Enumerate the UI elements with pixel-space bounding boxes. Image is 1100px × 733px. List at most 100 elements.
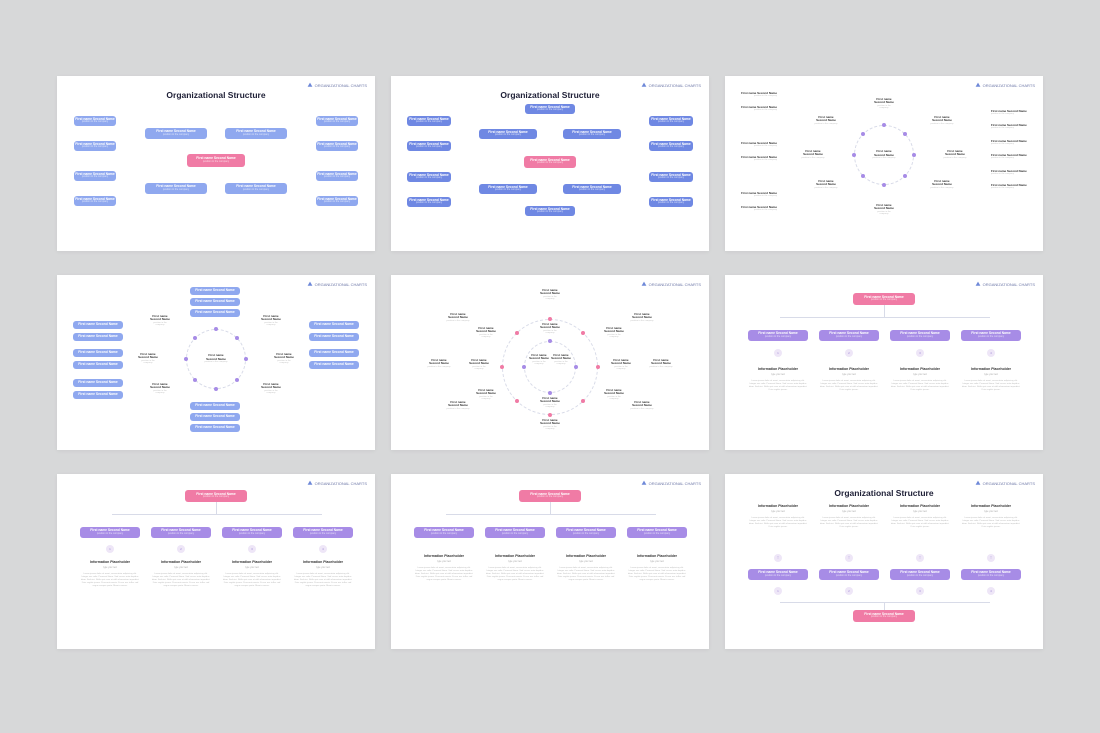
slide-title: Organizational Structure (725, 488, 1043, 498)
node: First nameSecond Nameposition in the com… (813, 180, 839, 189)
dot-icon (903, 132, 907, 136)
brand-tag: ORGANIZATIONAL CHARTS (307, 281, 367, 287)
node: First name Second Nameposition in the co… (407, 116, 451, 126)
tag-text: ORGANIZATIONAL CHARTS (983, 83, 1035, 88)
node: First name Second Nameposition in the co… (525, 104, 575, 114)
connector (884, 305, 885, 317)
node-root: First name Second Nameposition in the co… (524, 156, 576, 168)
tag-text: ORGANIZATIONAL CHARTS (649, 83, 701, 88)
node: First name Second Nameposition in the co… (151, 527, 211, 538)
arrow-up-icon: ↑ (987, 554, 995, 562)
node: First name Second Nameposition in the co… (741, 156, 777, 162)
number-badge: 4 (319, 545, 327, 553)
number-badge: 3 (916, 587, 924, 595)
dot-icon (882, 183, 886, 187)
number-badge: 2 (177, 545, 185, 553)
node: First nameSecond Nameposition in the com… (630, 401, 654, 410)
dot-icon (912, 153, 916, 157)
node: First name Second Nameposition in the co… (961, 569, 1021, 580)
dot-icon (193, 378, 197, 382)
node-root: First name Second Nameposition in the co… (853, 610, 915, 622)
node: First name Second Name (73, 361, 123, 369)
text-column: Information Placeholdertype your textLor… (556, 554, 616, 582)
text-column: Information Placeholdertype your textLor… (414, 554, 474, 582)
node: First name Second Name (190, 309, 240, 317)
text-column: Information Placeholdertype your textLor… (961, 504, 1021, 529)
text-column: Information Placeholdertype your textLor… (222, 560, 282, 588)
dot-icon (500, 365, 504, 369)
connector (780, 317, 990, 318)
node: First nameSecond Nameposition in the com… (929, 116, 955, 125)
node: First nameSecond Nameposition in the com… (260, 383, 282, 394)
dot-icon (235, 378, 239, 382)
connector (446, 514, 656, 515)
text-column: Information Placeholdertype your textLor… (293, 560, 353, 588)
connector (780, 602, 990, 603)
node: First name Second Name (309, 333, 359, 341)
node: First name Second Nameposition in the co… (741, 192, 777, 198)
tag-text: ORGANIZATIONAL CHARTS (649, 282, 701, 287)
number-badge: 4 (987, 587, 995, 595)
tag-text: ORGANIZATIONAL CHARTS (315, 282, 367, 287)
node: First nameSecond Nameposition in the com… (813, 116, 839, 125)
brand-tag: ORGANIZATIONAL CHARTS (641, 480, 701, 486)
connector (884, 602, 885, 610)
slide-6: ORGANIZATIONAL CHARTS First name Second … (725, 275, 1043, 450)
node: First name Second Name (309, 321, 359, 329)
dot-icon (184, 357, 188, 361)
node: First name Second Nameposition in the co… (991, 184, 1027, 190)
text-column: Information Placeholdertype your textLor… (627, 554, 687, 582)
text-column: Information Placeholdertype your textLor… (819, 504, 879, 529)
brand-tag: ORGANIZATIONAL CHARTS (975, 82, 1035, 88)
node: First nameSecond Nameposition in the com… (273, 353, 295, 364)
text-column: Information Placeholdertype your textLor… (890, 504, 950, 529)
number-badge: 2 (845, 587, 853, 595)
node: First nameSecond Nameposition in the com… (260, 315, 282, 326)
triangle-icon (641, 480, 647, 486)
number-badge: 3 (248, 545, 256, 553)
text-column: Information Placeholdertype your textLor… (819, 367, 879, 392)
triangle-icon (307, 82, 313, 88)
dot-icon (548, 339, 552, 343)
node: First name Second Nameposition in the co… (225, 128, 287, 139)
dot-icon (214, 327, 218, 331)
node: First nameSecond Nameposition in the com… (149, 383, 171, 394)
triangle-icon (641, 281, 647, 287)
number-badge: 1 (774, 349, 782, 357)
triangle-icon (975, 281, 981, 287)
node: First nameSecond Nameposition in the com… (149, 315, 171, 326)
node: First name Second Nameposition in the co… (741, 106, 777, 112)
tag-text: ORGANIZATIONAL CHARTS (983, 481, 1035, 486)
node: First name Second Nameposition in the co… (741, 92, 777, 98)
text-column: Information Placeholdertype your textLor… (961, 367, 1021, 392)
node: First name Second Name (190, 287, 240, 295)
node: First nameSecond Nameposition in the com… (874, 98, 894, 109)
node: First name Second Name (309, 349, 359, 357)
dot-icon (852, 153, 856, 157)
node: First nameSecond Nameposition in the com… (649, 359, 673, 368)
node: First name Second Nameposition in the co… (890, 330, 950, 341)
triangle-icon (975, 82, 981, 88)
node: First name Second Nameposition in the co… (563, 184, 621, 194)
connector (112, 514, 322, 515)
text-column: Information Placeholdertype your textLor… (748, 504, 808, 529)
dot-icon (581, 331, 585, 335)
brand-tag: ORGANIZATIONAL CHARTS (641, 281, 701, 287)
node: First name Second Name (190, 413, 240, 421)
tag-text: ORGANIZATIONAL CHARTS (649, 481, 701, 486)
node: First name Second Name (190, 298, 240, 306)
node: First name Second Nameposition in the co… (479, 184, 537, 194)
dot-icon (522, 365, 526, 369)
node: First nameSecond Nameposition in the com… (446, 313, 470, 322)
dot-icon (882, 123, 886, 127)
node: First nameSecond Nameposition in the com… (604, 389, 624, 400)
node: First name Second Nameposition in the co… (649, 197, 693, 207)
node: First name Second Nameposition in the co… (890, 569, 950, 580)
node: First name Second Nameposition in the co… (293, 527, 353, 538)
node: First name Second Name (73, 333, 123, 341)
node: First name Second Nameposition in the co… (819, 330, 879, 341)
text-column: Information Placeholdertype your textLor… (151, 560, 211, 588)
node: First nameSecond Nameposition in the com… (874, 204, 894, 215)
node: First nameSecond Nameposition in the com… (551, 354, 571, 365)
tag-text: ORGANIZATIONAL CHARTS (315, 481, 367, 486)
